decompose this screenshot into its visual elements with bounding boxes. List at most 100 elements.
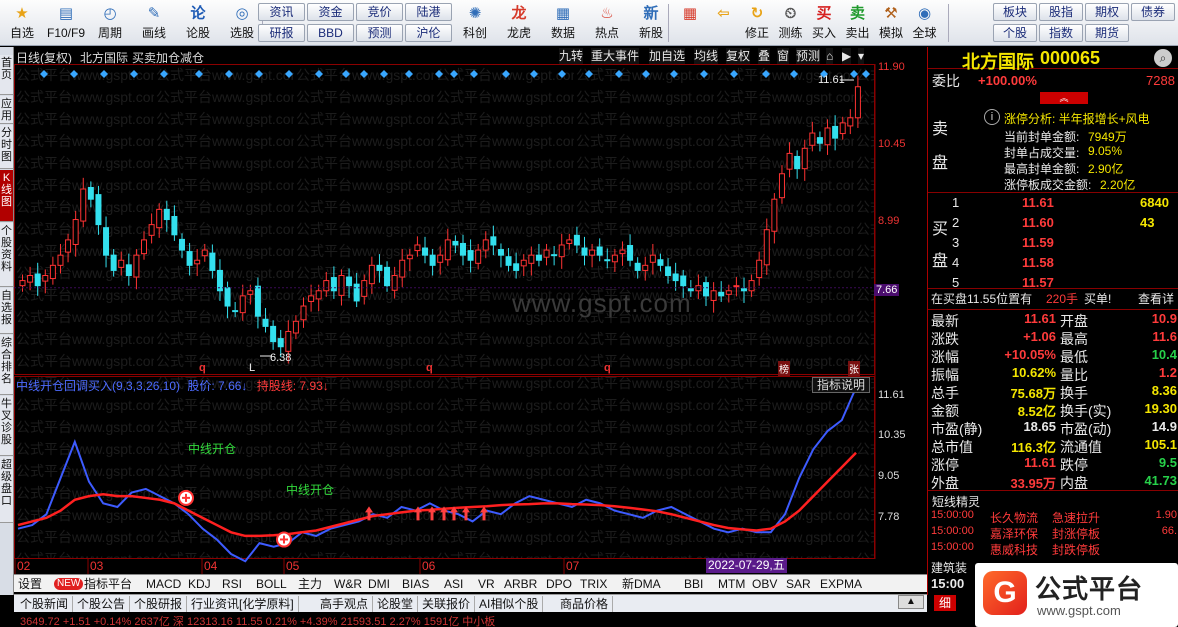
news-tab[interactable]: 行业资讯[化学原料] bbox=[187, 596, 299, 612]
chevron-down-icon[interactable]: ▾ bbox=[858, 48, 865, 64]
search-icon[interactable]: ⌕ bbox=[1154, 49, 1172, 67]
toolbar-small-button[interactable]: 期权 bbox=[1085, 3, 1129, 21]
chart-header-button[interactable]: 重大事件 bbox=[591, 48, 640, 64]
toolbar-f10-button[interactable]: ▤ F10/F9 bbox=[46, 2, 86, 44]
news-tab[interactable]: 个股研报 bbox=[130, 596, 188, 612]
news-tab[interactable]: 商品价格 bbox=[556, 596, 614, 612]
toolbar-small-button[interactable]: 指数 bbox=[1039, 24, 1083, 42]
toolbar-small-button[interactable]: 板块 bbox=[993, 3, 1037, 21]
left-tab[interactable]: 分时图 bbox=[0, 125, 13, 169]
sprite-stock[interactable]: 嘉泽环保 bbox=[990, 525, 1038, 542]
left-tab[interactable]: 首页 bbox=[0, 55, 13, 95]
event-marker-l[interactable]: L bbox=[249, 362, 255, 374]
toolbar-hot-button[interactable]: ♨ 热点 bbox=[587, 2, 627, 44]
chart-header-button[interactable]: 预测 bbox=[796, 48, 821, 64]
chart-header-button[interactable]: 九转 bbox=[559, 48, 584, 64]
toolbar-globe-button[interactable]: ◉ 全球 bbox=[905, 2, 945, 44]
play-icon[interactable]: ▶ bbox=[842, 48, 852, 64]
event-marker-q3[interactable]: q bbox=[604, 362, 611, 374]
toolbar-star-button[interactable]: ★ 自选 bbox=[2, 2, 42, 44]
event-marker-q1[interactable]: q bbox=[199, 362, 206, 374]
indicator-tab[interactable]: ASI bbox=[444, 576, 463, 592]
left-tab[interactable]: 综合排名 bbox=[0, 335, 13, 395]
kline-chart[interactable]: 公式平台www.gspt.com 020304050607 bbox=[14, 64, 927, 574]
collapse-arrow-icon[interactable]: ▲ bbox=[898, 595, 924, 609]
toolbar-forum-button[interactable]: 论论股 bbox=[178, 2, 218, 44]
indicator-tab[interactable]: 主力 bbox=[298, 576, 322, 592]
sprite-stock[interactable]: 长久物流 bbox=[990, 509, 1038, 526]
indicator-tab[interactable]: RSI bbox=[222, 576, 242, 592]
indicator-tab[interactable]: MTM bbox=[718, 576, 745, 592]
news-tab[interactable]: AI相似个股 bbox=[475, 596, 544, 612]
indicator-tab[interactable]: MACD bbox=[146, 576, 181, 592]
toolbar-newstock-button[interactable]: 新新股 bbox=[631, 2, 671, 44]
sprite-title[interactable]: 短线精灵 bbox=[932, 493, 980, 510]
bid-price[interactable]: 11.58 bbox=[1022, 255, 1054, 270]
chart-header-button[interactable]: 均线 bbox=[694, 48, 719, 64]
toolbar-pick-button[interactable]: ◎ 选股 bbox=[222, 2, 262, 44]
event-marker-zhang[interactable]: 张 bbox=[848, 361, 860, 376]
toolbar-data-button[interactable]: ▦ 数据 bbox=[543, 2, 583, 44]
bid-price[interactable]: 11.59 bbox=[1022, 235, 1054, 250]
indicator-tab[interactable]: OBV bbox=[752, 576, 777, 592]
bid-price[interactable]: 11.60 bbox=[1022, 215, 1054, 230]
left-tab[interactable]: K线图 bbox=[0, 170, 13, 222]
toolbar-small-button[interactable]: 债券 bbox=[1131, 3, 1175, 21]
indicator-tab[interactable]: DPO bbox=[546, 576, 572, 592]
toolbar-small-button[interactable]: 陆港 bbox=[405, 3, 452, 21]
expand-chevron-icon[interactable]: ︽ bbox=[1040, 92, 1088, 104]
indicator-tab[interactable]: 指标平台 bbox=[84, 576, 132, 592]
toolbar-small-button[interactable]: 沪伦 bbox=[405, 24, 452, 42]
indicator-tab[interactable]: 设置 bbox=[18, 576, 42, 592]
indicator-explain-button[interactable]: 指标说明 bbox=[812, 377, 871, 393]
sprite-stock[interactable]: 惠威科技 bbox=[990, 541, 1038, 558]
indicator-tab[interactable]: DMI bbox=[368, 576, 390, 592]
indicator-tab[interactable]: 新DMA bbox=[622, 576, 661, 592]
toolbar-small-button[interactable]: BBD bbox=[307, 24, 354, 42]
detail-tab-button[interactable]: 细 bbox=[934, 595, 956, 611]
indicator-tab[interactable]: BIAS bbox=[402, 576, 429, 592]
toolbar-small-button[interactable]: 预测 bbox=[356, 24, 403, 42]
chart-header-button[interactable]: 叠 bbox=[758, 48, 771, 64]
news-tab[interactable]: 高手观点 bbox=[316, 596, 374, 612]
indicator-tab[interactable]: VR bbox=[478, 576, 495, 592]
chart-header-button[interactable]: 加自选 bbox=[649, 48, 686, 64]
left-tab[interactable]: 自选报 bbox=[0, 288, 13, 334]
indicator-title[interactable]: 中线开仓回调买入(9,3,3,26,10) bbox=[16, 379, 180, 393]
toolbar-small-button[interactable]: 资讯 bbox=[258, 3, 305, 21]
sector-label[interactable]: 建筑装 bbox=[931, 559, 967, 576]
toolbar-small-button[interactable]: 期货 bbox=[1085, 24, 1129, 42]
indicator-tab[interactable]: EXPMA bbox=[820, 576, 862, 592]
indicator-tab[interactable]: ARBR bbox=[504, 576, 537, 592]
indicator-tab[interactable]: BOLL bbox=[256, 576, 287, 592]
left-tab[interactable]: 牛叉诊股 bbox=[0, 396, 13, 456]
chart-header-button[interactable]: 窗 bbox=[777, 48, 790, 64]
toolbar-pen-button[interactable]: ✎ 画线 bbox=[134, 2, 174, 44]
toolbar-small-button[interactable]: 股指 bbox=[1039, 3, 1083, 21]
indicator-tab[interactable]: TRIX bbox=[580, 576, 607, 592]
toolbar-small-button[interactable]: 资金 bbox=[307, 3, 354, 21]
lock-icon[interactable]: ⌂ bbox=[826, 48, 834, 64]
news-tab[interactable]: 个股公告 bbox=[73, 596, 131, 612]
news-tab[interactable]: 个股新闻 bbox=[16, 596, 74, 612]
news-tab[interactable]: 论股堂 bbox=[373, 596, 419, 612]
bid-price[interactable]: 11.57 bbox=[1022, 275, 1054, 290]
new-badge[interactable]: NEW bbox=[54, 578, 84, 590]
bid-price[interactable]: 11.61 bbox=[1022, 195, 1054, 210]
left-tab[interactable]: 应用 bbox=[0, 96, 13, 124]
news-tab[interactable]: 关联报价 bbox=[418, 596, 476, 612]
indicator-tab[interactable]: SAR bbox=[786, 576, 811, 592]
toolbar-science-button[interactable]: ✺ 科创 bbox=[455, 2, 495, 44]
event-marker-q2[interactable]: q bbox=[426, 362, 433, 374]
info-icon[interactable]: i bbox=[984, 109, 1000, 125]
indicator-tab[interactable]: BBI bbox=[684, 576, 703, 592]
toolbar-dragon-button[interactable]: 龙龙虎 bbox=[499, 2, 539, 44]
chart-header-button[interactable]: 复权 bbox=[726, 48, 751, 64]
left-tab[interactable]: 个股资料 bbox=[0, 223, 13, 287]
event-marker-bang[interactable]: 榜 bbox=[778, 361, 790, 376]
toolbar-small-button[interactable]: 竞价 bbox=[356, 3, 403, 21]
toolbar-small-button[interactable]: 个股 bbox=[993, 24, 1037, 42]
toolbar-clock-button[interactable]: ◴ 周期 bbox=[90, 2, 130, 44]
indicator-tab[interactable]: W&R bbox=[334, 576, 362, 592]
bid-note-link[interactable]: 查看详 bbox=[1138, 290, 1174, 308]
